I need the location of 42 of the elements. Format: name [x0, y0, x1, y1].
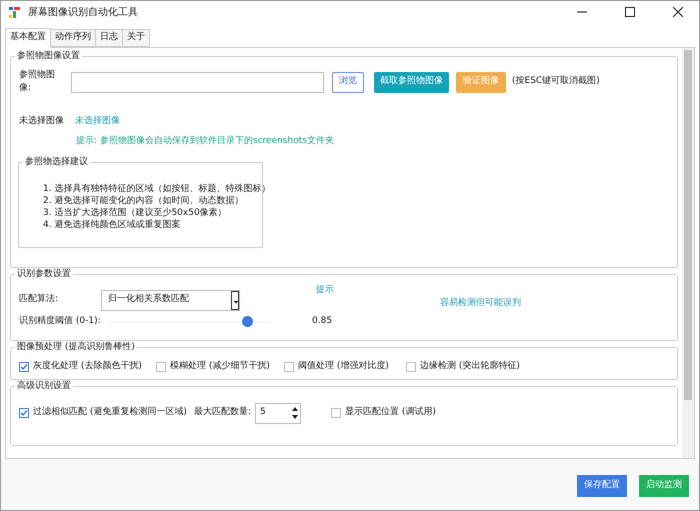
checkbox[interactable]	[284, 362, 294, 372]
window-title: 屏幕图像识别自动化工具	[28, 6, 138, 20]
hint-text: 容易检测但可能误判	[440, 297, 521, 310]
tip-item: 4. 避免选择纯颜色区域或重复图案	[43, 219, 182, 231]
tip-item: 2. 避免选择可能变化的内容（如时间、动态数据）	[43, 195, 244, 207]
checkbox-label: 过滤相似匹配 (避免重复检测同一区域)	[33, 406, 187, 420]
checkbox[interactable]	[19, 408, 29, 418]
app-logo-icon	[9, 6, 20, 18]
save-button[interactable]: 保存配置	[577, 475, 627, 497]
field-label: 最大匹配数量:	[194, 406, 252, 420]
checkbox-label: 边缘检测 (突出轮廓特征)	[420, 360, 520, 373]
spinner-arrows-icon	[292, 406, 298, 420]
scrollbar[interactable]	[682, 48, 694, 458]
status-label: 未选择图像	[19, 115, 65, 128]
tab[interactable]: 关于	[123, 29, 150, 47]
checkbox-label: 显示匹配位置 (调试用)	[345, 406, 436, 420]
maximize-icon[interactable]	[625, 7, 635, 17]
checkbox[interactable]	[156, 362, 166, 372]
tip-item: 3. 适当扩大选择范围（建议至少50x50像素）	[43, 207, 228, 219]
checkbox-label: 灰度化处理 (去除颜色干扰)	[33, 360, 142, 373]
field-label: 参照物图像:	[19, 68, 56, 95]
field-label: 匹配算法:	[19, 293, 60, 306]
field-label: 识别精度阈值 (0-1):	[19, 315, 102, 328]
tab[interactable]: 日志	[96, 29, 123, 47]
checkbox[interactable]	[331, 408, 342, 418]
slider-thumb[interactable]	[242, 316, 253, 327]
algorithm-dropdown[interactable]: 归一化相关系数匹配	[101, 290, 240, 310]
checkbox-label: 阈值处理 (增强对比度)	[298, 360, 389, 373]
close-icon[interactable]	[673, 7, 683, 17]
checkbox-label: 模糊处理 (减少细节干扰)	[170, 360, 270, 373]
max-matches-spinner[interactable]: 5	[255, 402, 302, 424]
tab[interactable]: 动作序列	[51, 29, 96, 47]
image-path-field[interactable]	[71, 72, 324, 92]
status-value: 未选择图像	[75, 115, 120, 128]
esc-note: (按ESC键可取消截图)	[512, 75, 600, 88]
save-hint: 提示: 参照物图像会自动保存到软件目录下的screenshots文件夹	[76, 134, 335, 148]
hint-text: 提示	[316, 284, 335, 296]
slider-value: 0.85	[312, 315, 332, 328]
browse-button[interactable]: 浏览	[332, 72, 364, 92]
checkbox[interactable]	[19, 362, 29, 372]
checkbox[interactable]	[406, 362, 416, 372]
tab[interactable]: 基本配置	[5, 28, 51, 48]
